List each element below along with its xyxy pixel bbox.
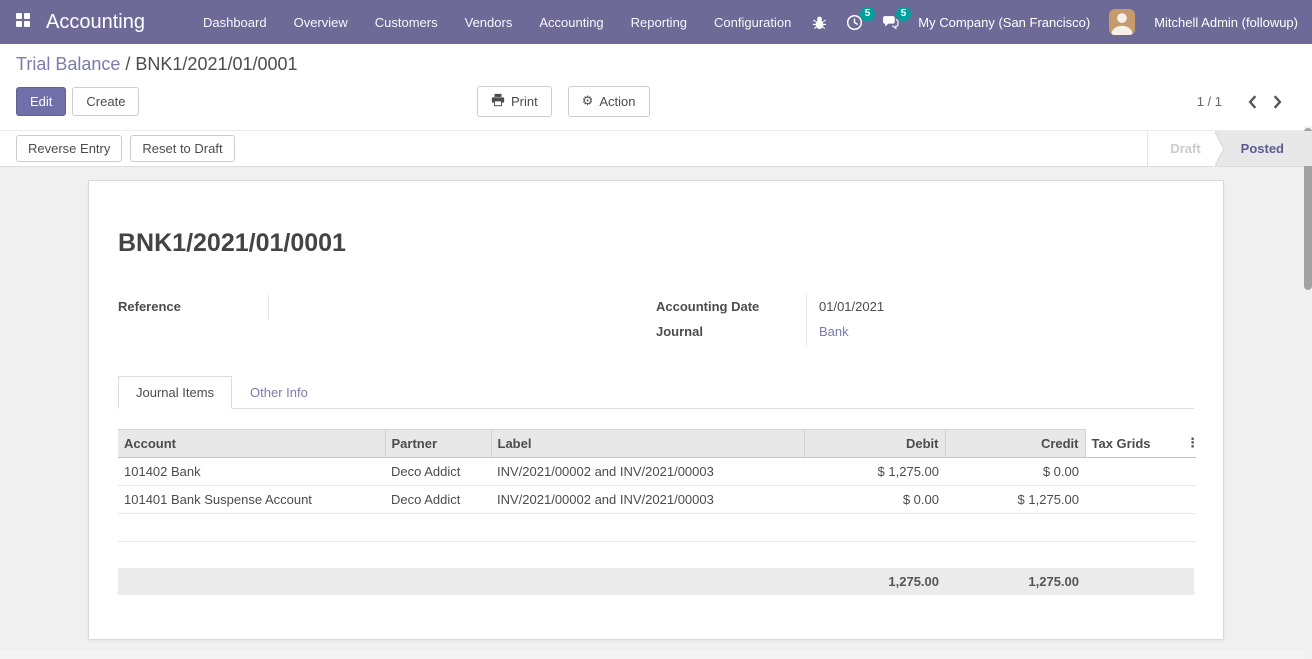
systray: 5 5 My Company (San Francisco) Mitchell … — [812, 9, 1298, 35]
tab-journal-items[interactable]: Journal Items — [118, 376, 232, 409]
menu-overview[interactable]: Overview — [294, 15, 348, 30]
main-menu: Dashboard Overview Customers Vendors Acc… — [203, 15, 791, 30]
column-header-partner[interactable]: Partner — [385, 430, 491, 458]
printer-icon — [491, 93, 505, 110]
cell-label: INV/2021/00002 and INV/2021/00003 — [491, 486, 804, 514]
form-view-background: BNK1/2021/01/0001 Reference Accounting D… — [0, 167, 1312, 659]
apps-menu-button[interactable] — [0, 0, 46, 44]
notebook-tabs: Journal Items Other Info — [118, 375, 1194, 409]
reference-field-row: Reference — [118, 295, 656, 320]
optional-columns-toggle-icon[interactable]: ⋮ — [1180, 430, 1196, 458]
cell-credit: $ 1,275.00 — [945, 486, 1085, 514]
cell-partner: Deco Addict — [385, 458, 491, 486]
cell-partner: Deco Addict — [385, 486, 491, 514]
total-debit: 1,275.00 — [804, 574, 945, 589]
cell-credit: $ 0.00 — [945, 458, 1085, 486]
control-panel: Trial Balance / BNK1/2021/01/0001 Edit C… — [0, 44, 1312, 130]
accounting-date-field-row: Accounting Date 01/01/2021 — [656, 295, 1194, 320]
table-header-row: Account Partner Label Debit Credit Tax G… — [118, 430, 1196, 458]
field-group: Reference Accounting Date 01/01/2021 Jou… — [118, 295, 1194, 345]
form-sheet: BNK1/2021/01/0001 Reference Accounting D… — [88, 180, 1224, 640]
reverse-entry-button[interactable]: Reverse Entry — [16, 135, 122, 162]
reset-to-draft-button[interactable]: Reset to Draft — [130, 135, 234, 162]
reference-value[interactable] — [268, 295, 656, 320]
reference-label: Reference — [118, 295, 268, 320]
breadcrumb-current: BNK1/2021/01/0001 — [135, 54, 297, 74]
menu-accounting[interactable]: Accounting — [539, 15, 603, 30]
user-avatar[interactable] — [1109, 9, 1135, 35]
table-row[interactable]: 101402 Bank Deco Addict INV/2021/00002 a… — [118, 458, 1196, 486]
menu-customers[interactable]: Customers — [375, 15, 438, 30]
pager-previous-icon[interactable] — [1248, 95, 1258, 109]
accounting-date-label: Accounting Date — [656, 295, 806, 320]
cell-debit: $ 1,275.00 — [804, 458, 945, 486]
pager: 1 / 1 — [1197, 94, 1296, 109]
horizontal-scrollbar[interactable] — [0, 651, 1304, 659]
messages-chat-icon[interactable]: 5 — [882, 14, 899, 31]
cell-account: 101402 Bank — [118, 458, 385, 486]
column-header-debit[interactable]: Debit — [804, 430, 945, 458]
column-header-label[interactable]: Label — [491, 430, 804, 458]
action-button[interactable]: ⚙ Action — [568, 86, 650, 117]
menu-configuration[interactable]: Configuration — [714, 15, 791, 30]
cell-debit: $ 0.00 — [804, 486, 945, 514]
company-switcher[interactable]: My Company (San Francisco) — [918, 15, 1090, 30]
edit-button[interactable]: Edit — [16, 87, 66, 116]
breadcrumb-parent[interactable]: Trial Balance — [16, 54, 120, 74]
vertical-scrollbar[interactable] — [1304, 126, 1312, 659]
pager-next-icon[interactable] — [1272, 95, 1282, 109]
column-header-credit[interactable]: Credit — [945, 430, 1085, 458]
print-button[interactable]: Print — [477, 86, 552, 117]
status-steps: Draft Posted — [1147, 131, 1312, 166]
top-navbar: Accounting Dashboard Overview Customers … — [0, 0, 1312, 44]
activities-badge: 5 — [860, 7, 876, 21]
cell-account: 101401 Bank Suspense Account — [118, 486, 385, 514]
breadcrumb-separator: / — [120, 54, 135, 74]
print-button-label: Print — [511, 94, 538, 109]
totals-row: 1,275.00 1,275.00 — [118, 568, 1194, 595]
journal-value-link[interactable]: Bank — [806, 320, 1194, 345]
gear-icon: ⚙ — [582, 95, 594, 108]
menu-reporting[interactable]: Reporting — [631, 15, 687, 30]
status-step-posted[interactable]: Posted — [1215, 131, 1312, 166]
create-button[interactable]: Create — [72, 87, 139, 116]
journal-field-row: Journal Bank — [656, 320, 1194, 345]
table-row[interactable]: 101401 Bank Suspense Account Deco Addict… — [118, 486, 1196, 514]
activities-clock-icon[interactable]: 5 — [846, 14, 863, 31]
pager-counter: 1 / 1 — [1197, 94, 1222, 109]
status-step-draft[interactable]: Draft — [1148, 131, 1214, 166]
accounting-date-value[interactable]: 01/01/2021 — [806, 295, 1194, 320]
cell-tax-grids — [1085, 458, 1180, 486]
table-empty-row[interactable] — [118, 514, 1196, 542]
page: Accounting Dashboard Overview Customers … — [0, 0, 1312, 659]
statusbar: Reverse Entry Reset to Draft Draft Poste… — [0, 130, 1312, 167]
total-credit: 1,275.00 — [945, 574, 1085, 589]
journal-items-table: Account Partner Label Debit Credit Tax G… — [118, 429, 1196, 542]
menu-vendors[interactable]: Vendors — [465, 15, 513, 30]
entry-title: BNK1/2021/01/0001 — [118, 229, 1194, 258]
cell-label: INV/2021/00002 and INV/2021/00003 — [491, 458, 804, 486]
messages-badge: 5 — [896, 7, 912, 21]
action-button-label: Action — [599, 94, 635, 109]
apps-grid-icon — [16, 13, 30, 32]
cell-tax-grids — [1085, 486, 1180, 514]
debug-bug-icon[interactable] — [812, 15, 827, 30]
journal-label: Journal — [656, 320, 806, 345]
menu-dashboard[interactable]: Dashboard — [203, 15, 267, 30]
user-menu[interactable]: Mitchell Admin (followup) — [1154, 15, 1298, 30]
column-header-account[interactable]: Account — [118, 430, 385, 458]
column-header-tax-grids[interactable]: Tax Grids — [1085, 430, 1180, 458]
app-brand[interactable]: Accounting — [46, 11, 145, 34]
control-panel-buttons: Edit Create Print ⚙ Action — [16, 85, 1296, 118]
tab-other-info[interactable]: Other Info — [232, 376, 326, 409]
breadcrumb: Trial Balance / BNK1/2021/01/0001 — [16, 54, 1296, 75]
